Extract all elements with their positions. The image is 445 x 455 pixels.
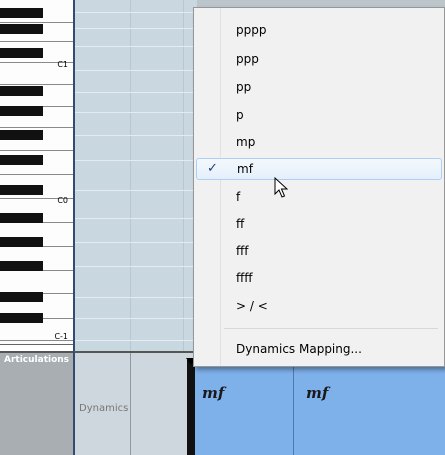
- octave-label: C1: [57, 60, 68, 69]
- white-key[interactable]: [0, 41, 73, 42]
- white-key[interactable]: [0, 22, 73, 23]
- white-key[interactable]: [0, 174, 73, 175]
- grid-row-line: [75, 70, 197, 71]
- menu-item-ffff[interactable]: ffff: [196, 268, 442, 290]
- black-key[interactable]: [0, 313, 43, 323]
- black-key[interactable]: [0, 106, 43, 116]
- lane-divider: [130, 353, 131, 455]
- menu-separator: [224, 328, 438, 329]
- grid-row-line: [75, 242, 197, 243]
- dynamics-lane-name-cell[interactable]: Dynamics: [73, 351, 197, 455]
- menu-item-ff[interactable]: ff: [196, 214, 442, 236]
- white-key[interactable]: [0, 150, 73, 151]
- piano-keyboard[interactable]: C1 C0 C-1: [0, 0, 74, 352]
- grid-row-line: [75, 28, 197, 29]
- grid-row-line: [75, 12, 197, 13]
- octave-label: C-1: [54, 332, 68, 341]
- grid-row-line: [75, 218, 197, 219]
- dynamics-lane-name: Dynamics: [79, 403, 129, 414]
- black-key[interactable]: [0, 130, 43, 140]
- menu-item-pppp[interactable]: pppp: [196, 20, 442, 42]
- grid-beat-line: [130, 0, 131, 351]
- grid-row-line: [75, 266, 197, 267]
- white-key[interactable]: [0, 84, 73, 85]
- dynamics-event[interactable]: mf: [306, 384, 328, 402]
- grid-row-line: [75, 160, 197, 161]
- menu-item-label: ff: [236, 217, 245, 231]
- menu-item-label: ppp: [236, 52, 259, 66]
- dynamics-lane[interactable]: mf mf: [195, 360, 445, 455]
- grid-row-line: [75, 297, 197, 298]
- black-key[interactable]: [0, 155, 43, 165]
- grid-row-line: [75, 112, 197, 113]
- menu-item-label: > / <: [236, 299, 268, 313]
- black-key[interactable]: [0, 48, 43, 58]
- black-key[interactable]: [0, 292, 43, 302]
- mouse-pointer-icon: [274, 177, 288, 198]
- black-key[interactable]: [0, 86, 43, 96]
- menu-item-ppp[interactable]: ppp: [196, 49, 442, 71]
- menu-item-label: pp: [236, 80, 252, 94]
- grid-row-line: [75, 46, 197, 47]
- menu-item-f[interactable]: f: [196, 187, 442, 209]
- menu-item-p[interactable]: p: [196, 105, 442, 127]
- grid-row-line: [75, 92, 197, 93]
- black-key[interactable]: [0, 213, 43, 223]
- menu-item-label: fff: [236, 244, 249, 258]
- grid-beat-line: [183, 0, 184, 351]
- menu-item-crescendo-decrescendo[interactable]: > / <: [196, 296, 442, 318]
- lane-divider: [293, 360, 294, 455]
- dynamics-event[interactable]: mf: [202, 384, 224, 402]
- menu-item-label: mf: [237, 162, 253, 176]
- grid-row-line: [75, 318, 197, 319]
- menu-item-pp[interactable]: pp: [196, 77, 442, 99]
- black-key[interactable]: [0, 24, 43, 34]
- menu-item-label: pppp: [236, 23, 267, 37]
- project-cursor[interactable]: [187, 360, 195, 455]
- menu-item-dynamics-mapping[interactable]: Dynamics Mapping...: [196, 339, 442, 361]
- black-key[interactable]: [0, 237, 43, 247]
- key-editor: C1 C0 C-1 Articulations Dynamics mf mf p…: [0, 0, 445, 455]
- menu-item-label: ffff: [236, 271, 253, 285]
- black-key[interactable]: [0, 261, 43, 271]
- grid-row-line: [75, 340, 197, 341]
- note-grid[interactable]: [73, 0, 197, 351]
- articulations-label: Articulations: [4, 355, 70, 365]
- black-key[interactable]: [0, 185, 43, 195]
- white-key[interactable]: [0, 127, 73, 128]
- menu-item-label: f: [236, 190, 241, 204]
- menu-item-label: Dynamics Mapping...: [236, 342, 362, 356]
- grid-row-line: [75, 135, 197, 136]
- menu-item-fff[interactable]: fff: [196, 241, 442, 263]
- menu-item-label: p: [236, 108, 244, 122]
- octave-label: C0: [57, 196, 68, 205]
- checkmark-icon: ✓: [207, 161, 218, 176]
- dynamics-context-menu: pppp ppp pp p mp ✓ mf f ff fff ffff > / …: [193, 7, 445, 367]
- black-key[interactable]: [0, 8, 43, 18]
- grid-row-line: [75, 190, 197, 191]
- menu-item-mf[interactable]: ✓ mf: [196, 158, 442, 180]
- menu-item-mp[interactable]: mp: [196, 132, 442, 154]
- menu-item-label: mp: [236, 135, 256, 149]
